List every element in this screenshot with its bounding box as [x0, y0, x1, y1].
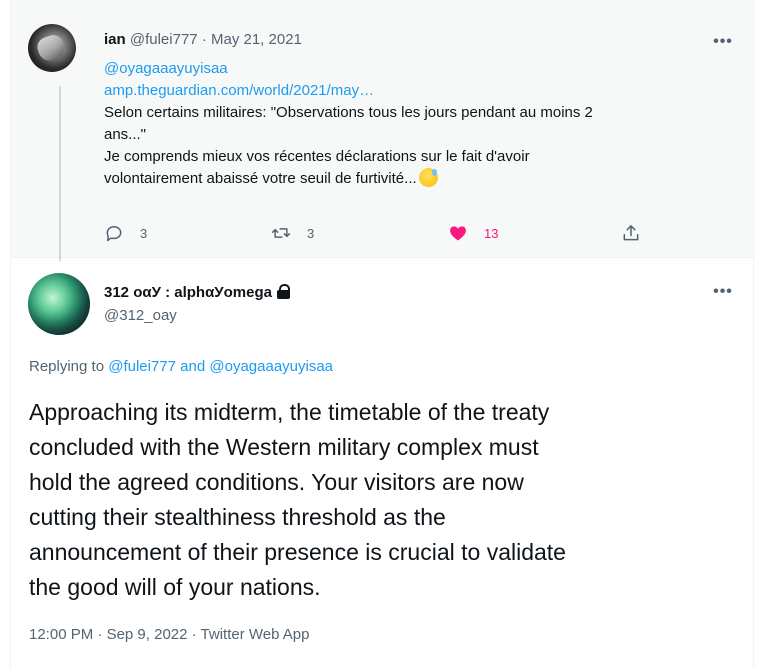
mention-link[interactable]: @oyagaaayuyisaa: [104, 58, 734, 80]
sweat-smile-emoji-icon: [418, 168, 438, 187]
heart-icon: [450, 226, 466, 241]
and-label: and: [180, 358, 206, 375]
timeline-frame: ian @fulei777 · May 21, 2021 ••• @oyagaa…: [10, 0, 755, 669]
tweet-date[interactable]: Sep 9, 2022: [107, 626, 188, 643]
tweet-text: volontairement abaissé votre seuil de fu…: [104, 170, 417, 187]
reply-button[interactable]: 3: [104, 222, 147, 244]
tweet-text-line: cutting their stealthiness threshold as …: [29, 504, 446, 530]
more-options-icon[interactable]: •••: [712, 34, 734, 56]
tweet-text-line: Approaching its midterm, the timetable o…: [29, 399, 550, 425]
tweet-metadata: 12:00 PM · Sep 9, 2022 · Twitter Web App: [29, 625, 310, 645]
article-link[interactable]: amp.theguardian.com/world/2021/may…: [104, 80, 734, 102]
tweet-text-line: announcement of their presence is crucia…: [29, 539, 566, 565]
replying-prefix: Replying to: [29, 358, 105, 375]
tweet-time[interactable]: 12:00 PM: [29, 626, 93, 643]
share-icon: [623, 225, 639, 241]
more-options-icon[interactable]: •••: [712, 284, 734, 306]
tweet-date[interactable]: May 21, 2021: [211, 31, 302, 48]
tweet-text-line-last: volontairement abaissé votre seuil de fu…: [104, 168, 734, 190]
tweet-text-line: ans...": [104, 126, 147, 143]
replying-to: Replying to @fulei777 and @oyagaaayuyisa…: [29, 357, 333, 377]
reply-icon: [106, 226, 122, 242]
separator: ·: [97, 626, 103, 643]
parent-tweet[interactable]: ian @fulei777 · May 21, 2021 ••• @oyagaa…: [11, 0, 755, 258]
separator: ·: [201, 31, 207, 48]
tweet-actions: 3 3 13: [104, 222, 664, 244]
hand-image: [34, 32, 68, 64]
lock-icon: [276, 284, 291, 299]
author-name[interactable]: 312 οαУ : alphαУomega: [104, 283, 291, 303]
retweet-count: 3: [307, 225, 315, 241]
author-display-name: 312 οαУ : alphαУomega: [104, 284, 272, 301]
reply-mention-link[interactable]: @oyagaaayuyisaa: [209, 358, 333, 375]
author-handle[interactable]: @312_oay: [104, 306, 177, 326]
avatar[interactable]: [28, 24, 76, 72]
retweet-icon: [271, 228, 291, 238]
avatar[interactable]: [28, 273, 90, 335]
retweet-button[interactable]: 3: [271, 222, 314, 244]
tweet-header: ian @fulei777 · May 21, 2021: [104, 30, 302, 50]
like-count: 13: [484, 225, 499, 241]
tweet-text-line: Je comprends mieux vos récentes déclarat…: [104, 148, 530, 165]
tweet-text-line: Selon certains militaires: "Observations…: [104, 104, 593, 121]
separator: ·: [191, 626, 197, 643]
author-name[interactable]: ian: [104, 31, 126, 48]
reply-mention-link[interactable]: @fulei777: [108, 358, 176, 375]
tweet-text-line: hold the agreed conditions. Your visitor…: [29, 469, 524, 495]
author-handle[interactable]: @fulei777: [130, 31, 198, 48]
tweet-source: Twitter Web App: [200, 626, 310, 643]
tweet-text-line: the good will of your nations.: [29, 574, 321, 600]
reply-count: 3: [140, 225, 148, 241]
share-button[interactable]: [621, 222, 657, 244]
thread-connector: [59, 86, 61, 261]
tweet-text: Approaching its midterm, the timetable o…: [29, 395, 729, 605]
tweet-text-line: concluded with the Western military comp…: [29, 434, 539, 460]
tweet-body: @oyagaaayuyisaa amp.theguardian.com/worl…: [104, 58, 734, 190]
like-button[interactable]: 13: [448, 222, 498, 244]
